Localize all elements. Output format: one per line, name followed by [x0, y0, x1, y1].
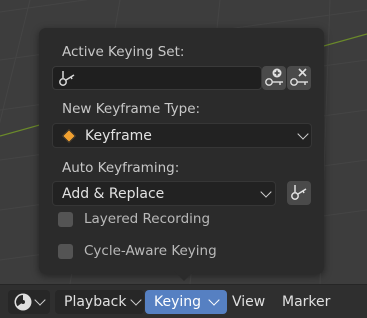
view-menu[interactable]: View: [229, 290, 269, 314]
new-keyframe-type-value: Keyframe: [85, 128, 152, 144]
cycle-aware-keying-checkbox[interactable]: [58, 244, 73, 259]
view-menu-label: View: [232, 294, 266, 310]
marker-menu-label: Marker: [282, 294, 331, 310]
add-keying-set-button[interactable]: [262, 66, 286, 90]
cycle-aware-keying-label: Cycle-Aware Keying: [84, 243, 217, 259]
new-keyframe-type-dropdown[interactable]: Keyframe: [52, 123, 312, 148]
active-keying-set-field[interactable]: [52, 66, 262, 90]
chevron-down-icon: [297, 128, 309, 140]
add-key-icon: [265, 68, 283, 86]
editor-type-button[interactable]: [8, 290, 50, 314]
keyframe-diamond-icon: [61, 128, 77, 144]
chevron-down-icon: [34, 294, 46, 306]
layered-recording-checkbox[interactable]: [58, 212, 73, 227]
marker-menu[interactable]: Marker: [279, 290, 335, 314]
playback-menu-label: Playback: [64, 294, 127, 310]
chevron-down-icon: [260, 186, 272, 198]
keying-menu[interactable]: Keying: [145, 290, 227, 314]
auto-keyframing-value: Add & Replace: [62, 186, 165, 202]
remove-keying-set-button[interactable]: [287, 66, 311, 90]
playback-menu[interactable]: Playback: [55, 290, 144, 314]
auto-keyframing-label: Auto Keyframing:: [62, 160, 180, 176]
timeline-header: Playback Keying View Marker: [0, 284, 367, 318]
keying-set-icon: [58, 70, 78, 92]
keying-menu-label: Keying: [154, 294, 202, 310]
new-keyframe-type-label: New Keyframe Type:: [62, 101, 201, 117]
popover-pointer: [174, 271, 194, 281]
layered-recording-label: Layered Recording: [84, 211, 211, 227]
chevron-down-icon: [130, 294, 142, 306]
keying-set-icon: [291, 185, 307, 200]
keying-popover: Active Keying Set: New Keyframe Type: Ke…: [39, 28, 324, 274]
remove-key-icon: [290, 68, 308, 86]
auto-keyframing-dropdown[interactable]: Add & Replace: [52, 181, 276, 206]
clock-icon: [14, 293, 32, 311]
chevron-down-icon: [208, 294, 220, 306]
active-keying-set-label: Active Keying Set:: [62, 44, 185, 60]
auto-keying-set-button[interactable]: [287, 181, 311, 205]
